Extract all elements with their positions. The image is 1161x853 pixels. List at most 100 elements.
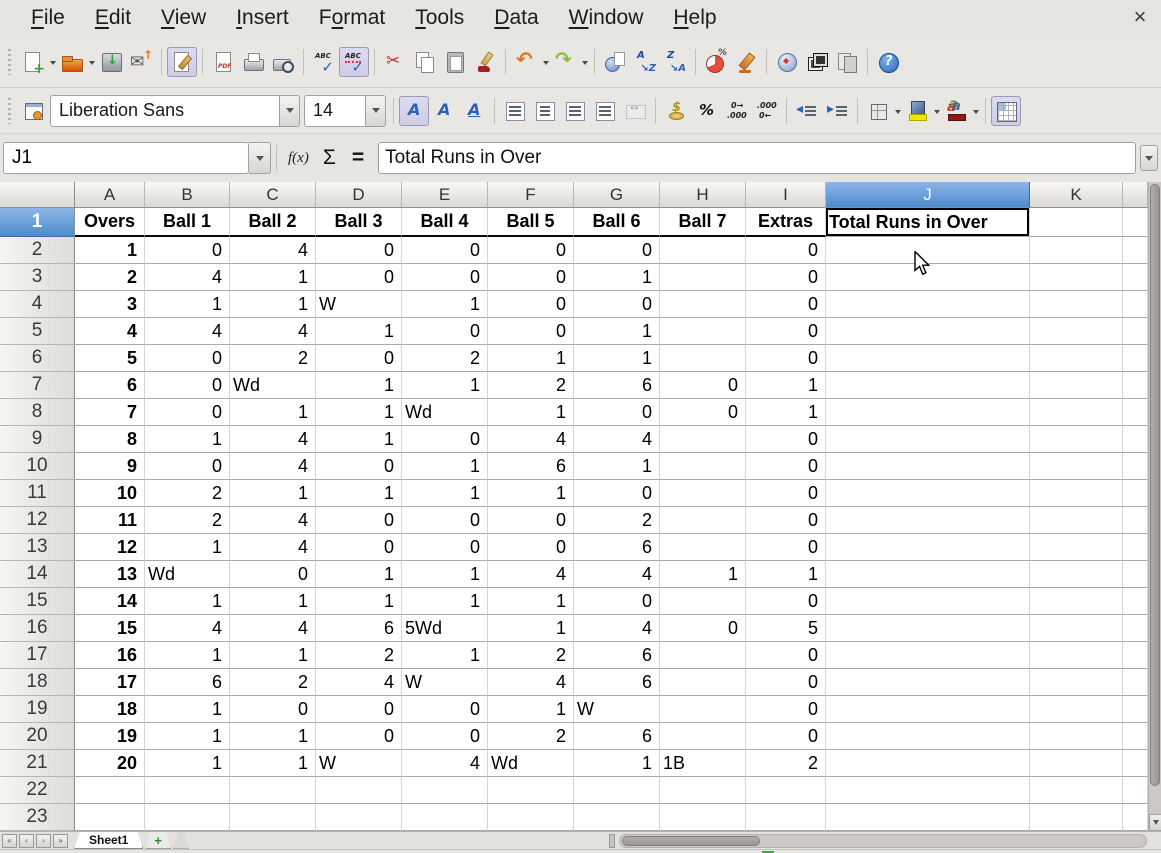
cell-G10[interactable]: 1	[574, 453, 660, 480]
sum-icon[interactable]: Σ	[315, 146, 344, 170]
menu-file[interactable]: File	[16, 3, 80, 33]
decrease-indent-button[interactable]	[792, 96, 822, 126]
cell-A21[interactable]: 20	[75, 750, 145, 777]
cell-A16[interactable]: 15	[75, 615, 145, 642]
cell-J7[interactable]	[826, 372, 1030, 399]
copy-button[interactable]	[410, 47, 440, 77]
cell-F15[interactable]: 1	[488, 588, 574, 615]
function-wizard-icon[interactable]: f(x)	[282, 150, 315, 167]
borders-button[interactable]	[863, 96, 893, 126]
cell-C21[interactable]: 1	[230, 750, 316, 777]
cell-B3[interactable]: 4	[145, 264, 230, 291]
toolbar-grip-2[interactable]	[6, 98, 13, 124]
menu-window[interactable]: Window	[554, 3, 659, 33]
background-color-button[interactable]	[902, 96, 932, 126]
undo-button[interactable]	[511, 47, 541, 77]
cell-H1[interactable]: Ball 7	[660, 208, 746, 237]
cell-K2[interactable]	[1030, 237, 1123, 264]
cell-C20[interactable]: 1	[230, 723, 316, 750]
cell-J21[interactable]	[826, 750, 1030, 777]
cell-A14[interactable]: 13	[75, 561, 145, 588]
cell-G18[interactable]: 6	[574, 669, 660, 696]
cell-I21[interactable]: 2	[746, 750, 826, 777]
cell-H14[interactable]: 1	[660, 561, 746, 588]
cell-E16[interactable]: 5Wd	[402, 615, 488, 642]
cell-J23[interactable]	[826, 804, 1030, 831]
cell-J5[interactable]	[826, 318, 1030, 345]
cell-A9[interactable]: 8	[75, 426, 145, 453]
cell-F14[interactable]: 4	[488, 561, 574, 588]
cell-A1[interactable]: Overs	[75, 208, 145, 237]
cell-H17[interactable]	[660, 642, 746, 669]
expand-formula-bar-button[interactable]	[1140, 145, 1158, 171]
cell-C18[interactable]: 2	[230, 669, 316, 696]
cell-K22[interactable]	[1030, 777, 1123, 804]
cell-A18[interactable]: 17	[75, 669, 145, 696]
cell-A2[interactable]: 1	[75, 237, 145, 264]
cell-F23[interactable]	[488, 804, 574, 831]
cell-F5[interactable]: 0	[488, 318, 574, 345]
add-sheet-button[interactable]: +	[145, 832, 171, 849]
cell-J18[interactable]	[826, 669, 1030, 696]
column-header-H[interactable]: H	[660, 182, 746, 208]
cell-E21[interactable]: 4	[402, 750, 488, 777]
cell-J14[interactable]	[826, 561, 1030, 588]
cell-J20[interactable]	[826, 723, 1030, 750]
cell-E14[interactable]: 1	[402, 561, 488, 588]
cell-G16[interactable]: 4	[574, 615, 660, 642]
cell-D5[interactable]: 1	[316, 318, 402, 345]
cell-I7[interactable]: 1	[746, 372, 826, 399]
cell-D15[interactable]: 1	[316, 588, 402, 615]
cell-A5[interactable]: 4	[75, 318, 145, 345]
cell-K18[interactable]	[1030, 669, 1123, 696]
row-header-16[interactable]: 16	[0, 615, 75, 642]
cell-B18[interactable]: 6	[145, 669, 230, 696]
cell-B2[interactable]: 0	[145, 237, 230, 264]
cell-C6[interactable]: 2	[230, 345, 316, 372]
cell-D23[interactable]	[316, 804, 402, 831]
cell-E5[interactable]: 0	[402, 318, 488, 345]
print-preview-button[interactable]	[268, 47, 298, 77]
row-header-17[interactable]: 17	[0, 642, 75, 669]
column-header-B[interactable]: B	[145, 182, 230, 208]
cell-C1[interactable]: Ball 2	[230, 208, 316, 237]
cell-D13[interactable]: 0	[316, 534, 402, 561]
open-dropdown-icon[interactable]	[89, 61, 95, 68]
cell-K12[interactable]	[1030, 507, 1123, 534]
cell-B22[interactable]	[145, 777, 230, 804]
cell-K14[interactable]	[1030, 561, 1123, 588]
menu-format[interactable]: Format	[304, 3, 401, 33]
cell-A7[interactable]: 6	[75, 372, 145, 399]
cell-H23[interactable]	[660, 804, 746, 831]
cell-A4[interactable]: 3	[75, 291, 145, 318]
cell-H19[interactable]	[660, 696, 746, 723]
cell-E19[interactable]: 0	[402, 696, 488, 723]
cell-G5[interactable]: 1	[574, 318, 660, 345]
cell-E20[interactable]: 0	[402, 723, 488, 750]
cell-F21[interactable]: Wd	[488, 750, 574, 777]
cell-B4[interactable]: 1	[145, 291, 230, 318]
cell-A8[interactable]: 7	[75, 399, 145, 426]
cell-K13[interactable]	[1030, 534, 1123, 561]
cell-J19[interactable]	[826, 696, 1030, 723]
cell-I10[interactable]: 0	[746, 453, 826, 480]
cell-D22[interactable]	[316, 777, 402, 804]
align-right-button[interactable]	[560, 96, 590, 126]
cell-K11[interactable]	[1030, 480, 1123, 507]
row-header-9[interactable]: 9	[0, 426, 75, 453]
cell-K20[interactable]	[1030, 723, 1123, 750]
cell-G7[interactable]: 6	[574, 372, 660, 399]
cell-I12[interactable]: 0	[746, 507, 826, 534]
borders-dropdown-icon[interactable]	[895, 110, 901, 117]
cell-H5[interactable]	[660, 318, 746, 345]
cell-G2[interactable]: 0	[574, 237, 660, 264]
menu-help[interactable]: Help	[658, 3, 731, 33]
cell-J9[interactable]	[826, 426, 1030, 453]
cell-E1[interactable]: Ball 4	[402, 208, 488, 237]
cell-K6[interactable]	[1030, 345, 1123, 372]
cell-K10[interactable]	[1030, 453, 1123, 480]
cell-G9[interactable]: 4	[574, 426, 660, 453]
cell-I11[interactable]: 0	[746, 480, 826, 507]
cell-J1[interactable]: Total Runs in Over	[826, 208, 1030, 237]
cell-B17[interactable]: 1	[145, 642, 230, 669]
